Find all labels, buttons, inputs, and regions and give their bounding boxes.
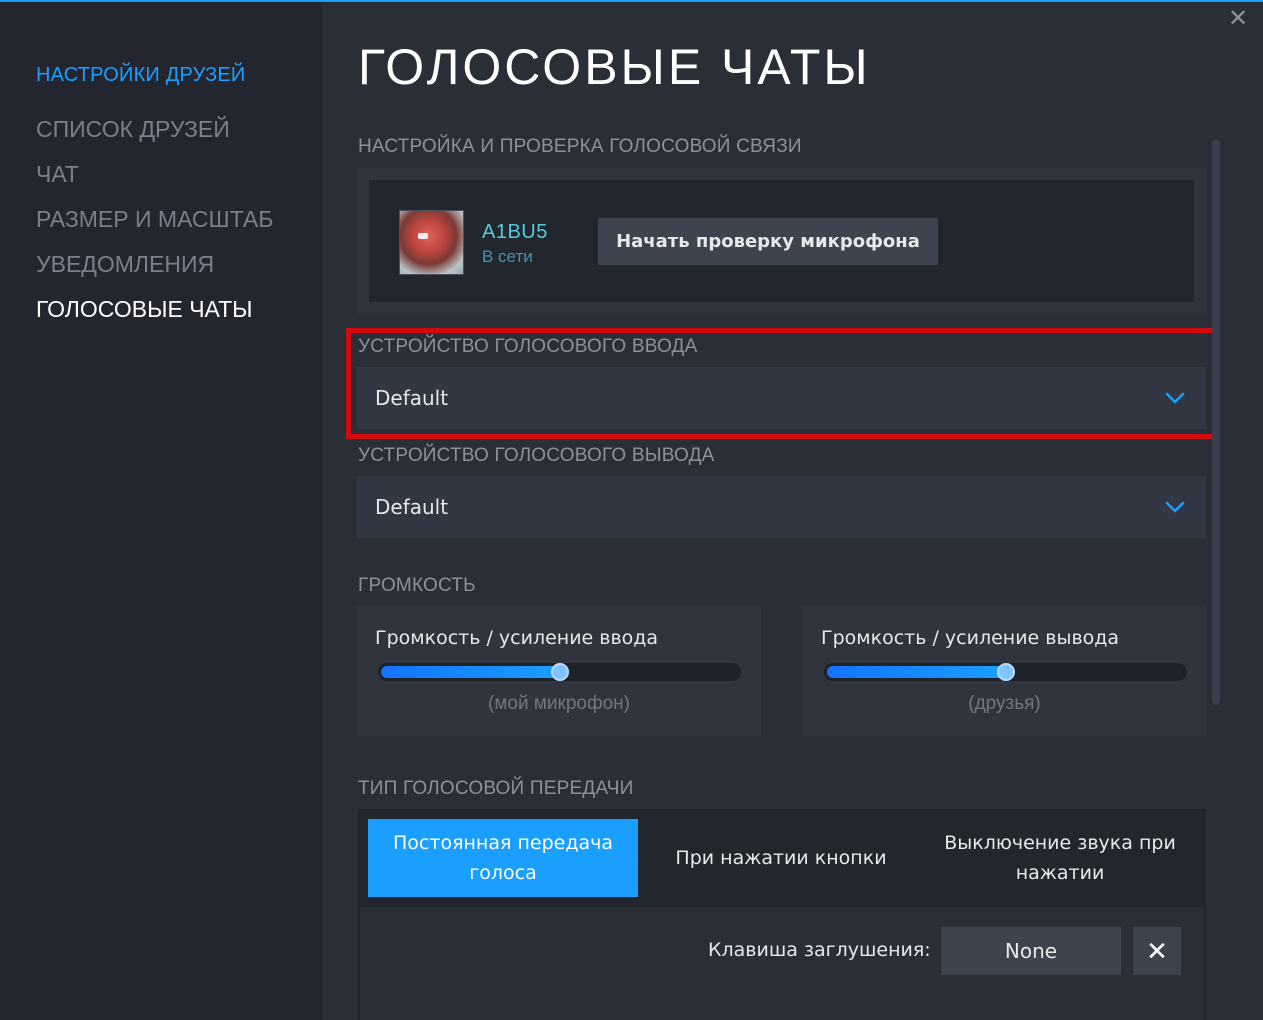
input-volume-title: Громкость / усиление ввода [375,627,659,649]
output-volume-knob[interactable] [997,663,1015,681]
output-volume-sublabel: (друзья) [968,693,1041,714]
sidebar-header: НАСТРОЙКИ ДРУЗЕЙ [36,64,246,86]
sidebar-item-friends-list[interactable]: СПИСОК ДРУЗЕЙ [36,116,230,143]
clear-mute-key-button[interactable]: ✕ [1133,927,1181,975]
voice-test-section-label: НАСТРОЙКА И ПРОВЕРКА ГОЛОСОВОЙ СВЯЗИ [358,136,802,157]
input-device-highlight [346,328,1219,439]
start-mic-test-button[interactable]: Начать проверку микрофона [598,218,938,265]
user-status: В сети [482,247,533,266]
input-volume-knob[interactable] [551,663,569,681]
output-device-label: УСТРОЙСТВО ГОЛОСОВОГО ВЫВОДА [358,445,715,466]
close-icon[interactable]: ✕ [1227,7,1249,31]
tx-option-push-to-mute[interactable]: Выключение звука при нажатии [924,819,1196,897]
mute-key-button[interactable]: None [941,927,1121,975]
input-volume-sublabel: (мой микрофон) [488,693,630,714]
page-title: ГОЛОСОВЫЕ ЧАТЫ [358,39,871,95]
avatar [399,210,464,275]
output-volume-title: Громкость / усиление вывода [821,627,1120,649]
output-volume-fill [827,666,1006,678]
mute-key-label: Клавиша заглушения: [708,939,931,961]
tx-option-open-mic[interactable]: Постоянная передача голоса [368,819,638,897]
sidebar-item-chat[interactable]: ЧАТ [36,161,79,188]
tx-option-push-to-talk[interactable]: При нажатии кнопки [648,819,914,897]
scrollbar[interactable] [1212,140,1220,705]
output-volume-panel: Громкость / усиление вывода (друзья) [803,606,1206,736]
transmission-section-label: ТИП ГОЛОСОВОЙ ПЕРЕДАЧИ [358,778,634,799]
sidebar-item-voice-chats[interactable]: ГОЛОСОВЫЕ ЧАТЫ [36,296,253,323]
transmission-type-selector: Постоянная передача голоса При нажатии к… [358,809,1206,907]
sidebar-item-size-scale[interactable]: РАЗМЕР И МАСШТАБ [36,206,273,233]
user-name: A1BU5 [482,221,548,243]
input-volume-panel: Громкость / усиление ввода (мой микрофон… [357,606,761,736]
sidebar-item-notifications[interactable]: УВЕДОМЛЕНИЯ [36,251,214,278]
input-volume-fill [381,666,560,678]
output-device-value: Default [375,495,449,519]
output-device-dropdown[interactable]: Default [357,476,1206,538]
output-volume-slider[interactable] [824,663,1187,681]
input-volume-slider[interactable] [378,663,741,681]
settings-sidebar: НАСТРОЙКИ ДРУЗЕЙ СПИСОК ДРУЗЕЙ ЧАТ РАЗМЕ… [0,2,322,1020]
chevron-down-icon [1165,501,1185,513]
volume-section-label: ГРОМКОСТЬ [358,575,476,596]
